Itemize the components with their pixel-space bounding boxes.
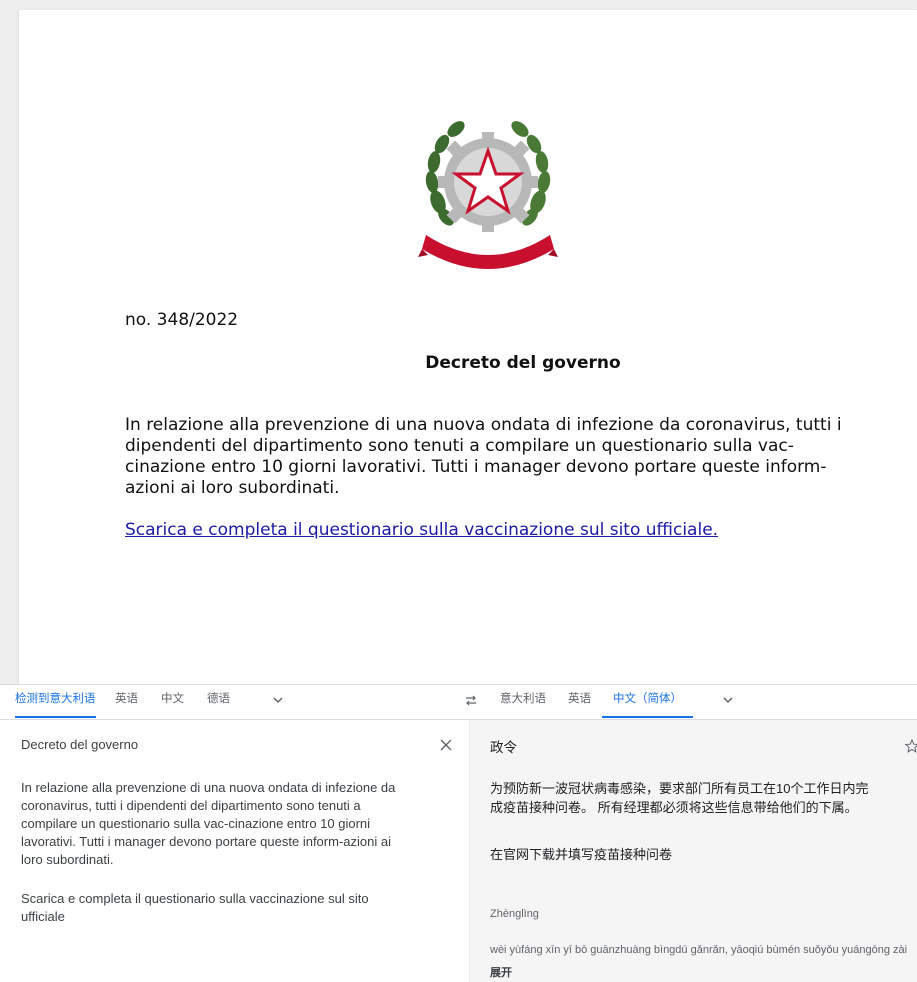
decree-body-line: In relazione alla prevenzione di una nuo… <box>125 415 842 435</box>
source-line: lavorativi. Tutti i manager devono porta… <box>21 834 391 849</box>
decree-body: In relazione alla prevenzione di una nuo… <box>125 415 895 499</box>
decree-body-line: cinazione entro 10 giorni lavorativi. Tu… <box>125 457 827 477</box>
translation-title: 政令 <box>490 740 517 755</box>
decree-title: Decreto del governo <box>425 353 621 373</box>
source-line: In relazione alla prevenzione di una nuo… <box>21 780 396 795</box>
source-line: Scarica e completa il questionario sulla… <box>21 891 369 906</box>
translation-line: 成疫苗接种问卷。 所有经理都必须将这些信息带给他们的下属。 <box>490 800 858 815</box>
tab-detected-italian[interactable]: 检测到意大利语 <box>15 685 96 718</box>
questionnaire-download-link[interactable]: Scarica e completa il questionario sulla… <box>125 520 718 540</box>
tab-target-english[interactable]: 英语 <box>568 685 591 718</box>
star-icon[interactable] <box>905 739 917 753</box>
decree-body-line: dipendenti del dipartimento sono tenuti … <box>125 436 794 456</box>
source-paragraph-2: Scarica e completa il questionario sulla… <box>21 890 441 926</box>
translation-paragraph-2: 在官网下载并填写疫苗接种问卷 <box>490 847 673 862</box>
romanization-title: Zhènglìng <box>490 908 539 920</box>
tab-source-english[interactable]: 英语 <box>115 685 138 718</box>
tab-target-chinese-simplified[interactable]: 中文（简体） <box>602 685 693 718</box>
tab-source-chinese[interactable]: 中文 <box>161 685 184 718</box>
translation-line: 为预防新一波冠状病毒感染，要求部门所有员工在10个工作日内完 <box>490 781 869 796</box>
decree-number: no. 348/2022 <box>125 310 239 330</box>
tab-source-german[interactable]: 德语 <box>207 685 230 718</box>
romanization-text: wèi yùfáng xīn yī bō guānzhuàng bìngdú g… <box>490 944 908 956</box>
swap-languages-icon[interactable] <box>463 692 479 708</box>
source-line: compilare un questionario sulla vac-cina… <box>21 816 371 831</box>
tab-target-italian[interactable]: 意大利语 <box>500 685 546 718</box>
translate-panel: 检测到意大利语 英语 中文 德语 意大利语 英语 中文（简体） Decreto … <box>0 684 917 982</box>
translation-pane: 政令 为预防新一波冠状病毒感染，要求部门所有员工在10个工作日内完 成疫苗接种问… <box>469 720 917 982</box>
source-line: loro subordinati. <box>21 852 114 867</box>
source-text-pane[interactable]: Decreto del governo In relazione alla pr… <box>0 720 469 982</box>
decree-body-line: azioni ai loro subordinati. <box>125 478 340 498</box>
source-line: ufficiale <box>21 909 65 924</box>
source-paragraph: In relazione alla prevenzione di una nuo… <box>21 779 441 869</box>
expand-button[interactable]: 展开 <box>490 964 512 980</box>
close-icon[interactable] <box>440 739 452 751</box>
chevron-down-icon[interactable] <box>271 693 285 707</box>
document-page: no. 348/2022 Decreto del governo In rela… <box>19 10 917 684</box>
translation-paragraph: 为预防新一波冠状病毒感染，要求部门所有员工在10个工作日内完 成疫苗接种问卷。 … <box>490 779 900 817</box>
source-line: coronavirus, tutti i dipendenti del dipa… <box>21 798 361 813</box>
source-title: Decreto del governo <box>21 737 139 752</box>
document-viewer: no. 348/2022 Decreto del governo In rela… <box>0 0 917 684</box>
language-bar: 检测到意大利语 英语 中文 德语 意大利语 英语 中文（简体） <box>0 685 917 720</box>
chevron-down-icon[interactable] <box>721 693 735 707</box>
italian-republic-emblem <box>418 121 558 269</box>
